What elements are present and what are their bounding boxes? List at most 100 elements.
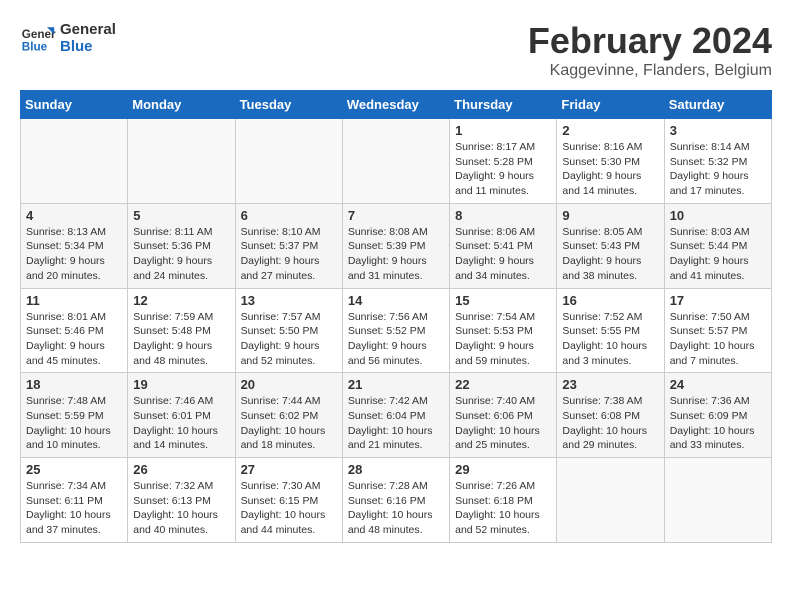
day-number: 4: [26, 208, 122, 223]
calendar-table: Sunday Monday Tuesday Wednesday Thursday…: [20, 90, 772, 543]
day-detail: Sunrise: 7:38 AM Sunset: 6:08 PM Dayligh…: [562, 394, 658, 453]
day-number: 15: [455, 293, 551, 308]
day-detail: Sunrise: 8:11 AM Sunset: 5:36 PM Dayligh…: [133, 225, 229, 284]
subtitle: Kaggevinne, Flanders, Belgium: [528, 62, 772, 80]
col-monday: Monday: [128, 91, 235, 119]
svg-text:Blue: Blue: [22, 41, 48, 54]
day-detail: Sunrise: 7:40 AM Sunset: 6:06 PM Dayligh…: [455, 394, 551, 453]
day-detail: Sunrise: 7:59 AM Sunset: 5:48 PM Dayligh…: [133, 310, 229, 369]
logo-blue-text: Blue: [60, 38, 116, 55]
day-number: 12: [133, 293, 229, 308]
table-row: [235, 119, 342, 204]
table-row: 23 Sunrise: 7:38 AM Sunset: 6:08 PM Dayli…: [557, 373, 664, 458]
day-detail: Sunrise: 8:06 AM Sunset: 5:41 PM Dayligh…: [455, 225, 551, 284]
table-row: 26 Sunrise: 7:32 AM Sunset: 6:13 PM Dayli…: [128, 458, 235, 543]
table-row: [664, 458, 771, 543]
table-row: 2Sunrise: 8:16 AM Sunset: 5:30 PM Daylig…: [557, 119, 664, 204]
day-number: 20: [241, 377, 337, 392]
day-number: 11: [26, 293, 122, 308]
day-number: 19: [133, 377, 229, 392]
day-number: 29: [455, 462, 551, 477]
table-row: [557, 458, 664, 543]
calendar-header-row: Sunday Monday Tuesday Wednesday Thursday…: [21, 91, 772, 119]
table-row: 4 Sunrise: 8:13 AM Sunset: 5:34 PM Daylig…: [21, 203, 128, 288]
table-row: 6 Sunrise: 8:10 AM Sunset: 5:37 PM Daylig…: [235, 203, 342, 288]
day-number: 27: [241, 462, 337, 477]
table-row: 16 Sunrise: 7:52 AM Sunset: 5:55 PM Dayli…: [557, 288, 664, 373]
day-detail: Sunrise: 8:08 AM Sunset: 5:39 PM Dayligh…: [348, 225, 444, 284]
col-saturday: Saturday: [664, 91, 771, 119]
day-detail: Sunrise: 7:46 AM Sunset: 6:01 PM Dayligh…: [133, 394, 229, 453]
day-number: 2: [562, 123, 658, 138]
day-number: 3: [670, 123, 766, 138]
day-detail: Sunrise: 7:50 AM Sunset: 5:57 PM Dayligh…: [670, 310, 766, 369]
day-number: 24: [670, 377, 766, 392]
day-detail: Sunrise: 8:01 AM Sunset: 5:46 PM Dayligh…: [26, 310, 122, 369]
table-row: 15 Sunrise: 7:54 AM Sunset: 5:53 PM Dayli…: [450, 288, 557, 373]
table-row: [342, 119, 449, 204]
table-row: [21, 119, 128, 204]
day-number: 16: [562, 293, 658, 308]
day-number: 9: [562, 208, 658, 223]
table-row: 21Sunrise: 7:42 AM Sunset: 6:04 PM Dayli…: [342, 373, 449, 458]
table-row: 25 Sunrise: 7:34 AM Sunset: 6:11 PM Dayli…: [21, 458, 128, 543]
col-sunday: Sunday: [21, 91, 128, 119]
table-row: 27Sunrise: 7:30 AM Sunset: 6:15 PM Dayli…: [235, 458, 342, 543]
table-row: 20 Sunrise: 7:44 AM Sunset: 6:02 PM Dayli…: [235, 373, 342, 458]
day-detail: Sunrise: 8:14 AM Sunset: 5:32 PM Dayligh…: [670, 140, 766, 199]
table-row: 5 Sunrise: 8:11 AM Sunset: 5:36 PM Daylig…: [128, 203, 235, 288]
col-tuesday: Tuesday: [235, 91, 342, 119]
day-number: 22: [455, 377, 551, 392]
day-number: 26: [133, 462, 229, 477]
table-row: 19 Sunrise: 7:46 AM Sunset: 6:01 PM Dayli…: [128, 373, 235, 458]
table-row: 13 Sunrise: 7:57 AM Sunset: 5:50 PM Dayli…: [235, 288, 342, 373]
table-row: [128, 119, 235, 204]
table-row: 28 Sunrise: 7:28 AM Sunset: 6:16 PM Dayli…: [342, 458, 449, 543]
day-detail: Sunrise: 7:34 AM Sunset: 6:11 PM Dayligh…: [26, 479, 122, 538]
col-friday: Friday: [557, 91, 664, 119]
day-detail: Sunrise: 7:54 AM Sunset: 5:53 PM Dayligh…: [455, 310, 551, 369]
table-row: 29 Sunrise: 7:26 AM Sunset: 6:18 PM Dayli…: [450, 458, 557, 543]
day-number: 7: [348, 208, 444, 223]
day-number: 23: [562, 377, 658, 392]
day-number: 6: [241, 208, 337, 223]
day-number: 5: [133, 208, 229, 223]
calendar-week-row: 18 Sunrise: 7:48 AM Sunset: 5:59 PM Dayli…: [21, 373, 772, 458]
title-section: February 2024 Kaggevinne, Flanders, Belg…: [528, 20, 772, 80]
day-number: 18: [26, 377, 122, 392]
day-detail: Sunrise: 8:05 AM Sunset: 5:43 PM Dayligh…: [562, 225, 658, 284]
day-detail: Sunrise: 7:26 AM Sunset: 6:18 PM Dayligh…: [455, 479, 551, 538]
day-detail: Sunrise: 8:10 AM Sunset: 5:37 PM Dayligh…: [241, 225, 337, 284]
day-number: 25: [26, 462, 122, 477]
table-row: 11 Sunrise: 8:01 AM Sunset: 5:46 PM Dayli…: [21, 288, 128, 373]
table-row: 12 Sunrise: 7:59 AM Sunset: 5:48 PM Dayli…: [128, 288, 235, 373]
col-wednesday: Wednesday: [342, 91, 449, 119]
calendar-week-row: 25 Sunrise: 7:34 AM Sunset: 6:11 PM Dayli…: [21, 458, 772, 543]
table-row: 9 Sunrise: 8:05 AM Sunset: 5:43 PM Daylig…: [557, 203, 664, 288]
logo: General Blue General Blue: [20, 20, 116, 56]
day-detail: Sunrise: 7:56 AM Sunset: 5:52 PM Dayligh…: [348, 310, 444, 369]
day-number: 28: [348, 462, 444, 477]
day-detail: Sunrise: 7:28 AM Sunset: 6:16 PM Dayligh…: [348, 479, 444, 538]
calendar-week-row: 11 Sunrise: 8:01 AM Sunset: 5:46 PM Dayli…: [21, 288, 772, 373]
day-number: 21: [348, 377, 444, 392]
table-row: 14Sunrise: 7:56 AM Sunset: 5:52 PM Dayli…: [342, 288, 449, 373]
day-number: 13: [241, 293, 337, 308]
table-row: 22 Sunrise: 7:40 AM Sunset: 6:06 PM Dayli…: [450, 373, 557, 458]
day-detail: Sunrise: 8:03 AM Sunset: 5:44 PM Dayligh…: [670, 225, 766, 284]
main-title: February 2024: [528, 20, 772, 62]
day-detail: Sunrise: 7:48 AM Sunset: 5:59 PM Dayligh…: [26, 394, 122, 453]
table-row: 17Sunrise: 7:50 AM Sunset: 5:57 PM Dayli…: [664, 288, 771, 373]
table-row: 3 Sunrise: 8:14 AM Sunset: 5:32 PM Daylig…: [664, 119, 771, 204]
table-row: 7 Sunrise: 8:08 AM Sunset: 5:39 PM Daylig…: [342, 203, 449, 288]
table-row: 1Sunrise: 8:17 AM Sunset: 5:28 PM Daylig…: [450, 119, 557, 204]
day-detail: Sunrise: 7:52 AM Sunset: 5:55 PM Dayligh…: [562, 310, 658, 369]
day-detail: Sunrise: 8:13 AM Sunset: 5:34 PM Dayligh…: [26, 225, 122, 284]
day-detail: Sunrise: 7:44 AM Sunset: 6:02 PM Dayligh…: [241, 394, 337, 453]
day-detail: Sunrise: 7:32 AM Sunset: 6:13 PM Dayligh…: [133, 479, 229, 538]
col-thursday: Thursday: [450, 91, 557, 119]
day-detail: Sunrise: 7:57 AM Sunset: 5:50 PM Dayligh…: [241, 310, 337, 369]
day-number: 10: [670, 208, 766, 223]
page-header: General Blue General Blue February 2024 …: [20, 20, 772, 80]
table-row: 8Sunrise: 8:06 AM Sunset: 5:41 PM Daylig…: [450, 203, 557, 288]
